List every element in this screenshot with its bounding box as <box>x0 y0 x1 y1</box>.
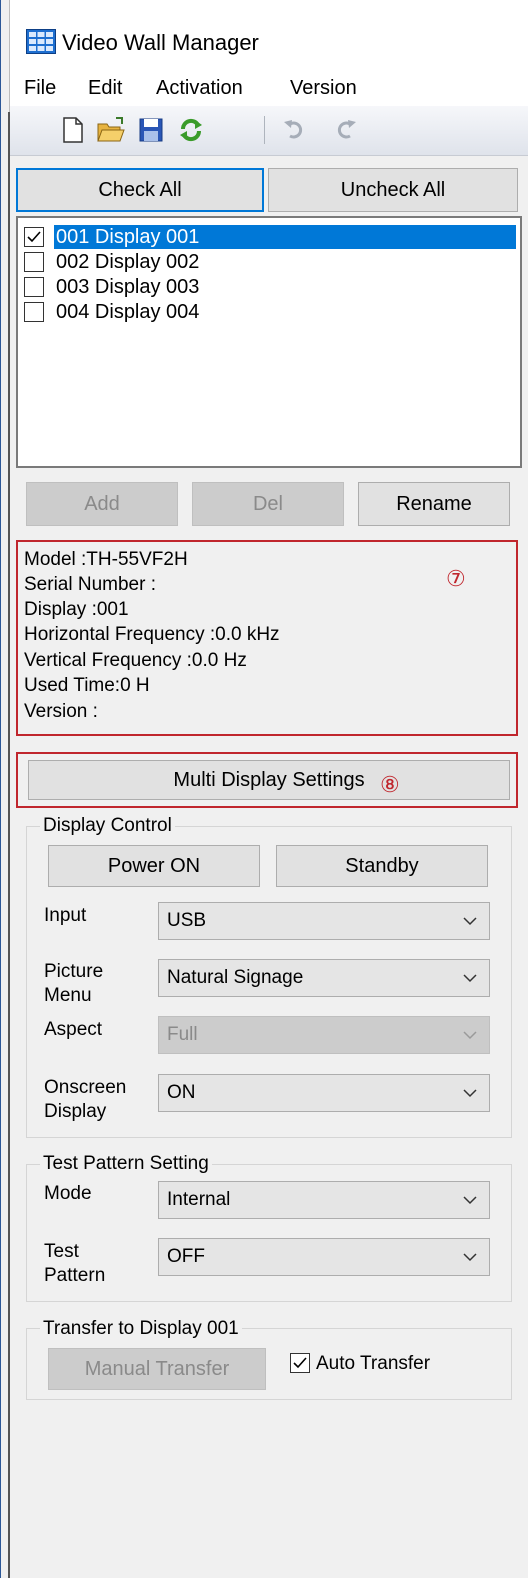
del-button[interactable]: Del <box>192 482 344 526</box>
info-display: Display :001 <box>24 599 129 620</box>
undo-icon[interactable] <box>280 116 310 144</box>
mode-value: Internal <box>167 1189 231 1210</box>
multi-display-settings-label: Multi Display Settings <box>173 768 365 791</box>
menu-activation[interactable]: Activation <box>156 76 243 100</box>
toolbar-separator <box>264 116 265 144</box>
window-inner-border <box>8 112 10 1578</box>
picture-menu-label-line2: Menu <box>44 985 92 1006</box>
info-vertical-frequency: Vertical Frequency :0.0 Hz <box>24 650 247 671</box>
display-checkbox-004[interactable] <box>24 302 44 322</box>
display-checkbox-002[interactable] <box>24 252 44 272</box>
input-value: USB <box>167 910 207 931</box>
add-button[interactable]: Add <box>26 482 178 526</box>
rename-button[interactable]: Rename <box>358 482 510 526</box>
info-used-time: Used Time:0 H <box>24 675 150 696</box>
info-horizontal-frequency: Horizontal Frequency :0.0 kHz <box>24 624 280 645</box>
app-grid-icon <box>26 29 56 54</box>
aspect-value: Full <box>167 1024 198 1045</box>
open-folder-icon[interactable] <box>96 116 126 144</box>
auto-transfer-label: Auto Transfer <box>316 1353 431 1374</box>
display-control-title: Display Control <box>40 815 175 837</box>
list-item[interactable]: 002 Display 002 <box>56 250 199 274</box>
info-version: Version : <box>24 701 98 722</box>
onscreen-display-label-line2: Display <box>44 1101 107 1122</box>
transfer-title: Transfer to Display 001 <box>40 1318 242 1340</box>
test-pattern-select[interactable]: OFF <box>158 1238 490 1276</box>
chevron-down-icon <box>463 1089 477 1098</box>
chevron-down-icon <box>463 1196 477 1205</box>
auto-transfer-checkbox[interactable] <box>290 1353 310 1373</box>
info-model: Model :TH-55VF2H <box>24 549 188 570</box>
onscreen-display-select[interactable]: ON <box>158 1074 490 1112</box>
mode-label: Mode <box>44 1183 92 1204</box>
new-file-icon[interactable] <box>58 116 88 144</box>
uncheck-all-button[interactable]: Uncheck All <box>268 168 518 212</box>
chevron-down-icon <box>463 1031 477 1040</box>
redo-icon[interactable] <box>330 116 360 144</box>
callout-7: ⑦ <box>446 566 466 591</box>
callout-8: ⑧ <box>380 772 400 797</box>
test-pattern-value: OFF <box>167 1246 205 1267</box>
display-checkbox-003[interactable] <box>24 277 44 297</box>
list-item[interactable]: 004 Display 004 <box>56 300 199 324</box>
menu-file[interactable]: File <box>24 76 56 100</box>
list-item[interactable]: 003 Display 003 <box>56 275 199 299</box>
test-pattern-label-line2: Pattern <box>44 1265 106 1286</box>
test-pattern-title: Test Pattern Setting <box>40 1153 212 1175</box>
onscreen-display-label-line1: Onscreen <box>44 1077 127 1098</box>
multi-display-settings-button[interactable]: Multi Display Settings <box>28 760 510 800</box>
aspect-select[interactable]: Full <box>158 1016 490 1054</box>
picture-menu-select[interactable]: Natural Signage <box>158 959 490 997</box>
input-select[interactable]: USB <box>158 902 490 940</box>
power-on-button[interactable]: Power ON <box>48 845 260 887</box>
window-title: Video Wall Manager <box>62 30 259 55</box>
mode-select[interactable]: Internal <box>158 1181 490 1219</box>
menu-edit[interactable]: Edit <box>88 76 122 100</box>
input-label: Input <box>44 905 87 926</box>
info-serial-number: Serial Number : <box>24 574 156 595</box>
menu-version[interactable]: Version <box>290 76 357 100</box>
chevron-down-icon <box>463 1253 477 1262</box>
save-icon[interactable] <box>136 116 166 144</box>
chevron-down-icon <box>463 974 477 983</box>
test-pattern-label-line1: Test <box>44 1241 79 1262</box>
display-checkbox-001[interactable] <box>24 227 44 247</box>
manual-transfer-button[interactable]: Manual Transfer <box>48 1348 266 1390</box>
list-item[interactable]: 001 Display 001 <box>56 225 199 249</box>
aspect-label: Aspect <box>44 1019 103 1040</box>
chevron-down-icon <box>463 917 477 926</box>
refresh-icon[interactable] <box>176 116 206 144</box>
picture-menu-value: Natural Signage <box>167 967 304 988</box>
standby-button[interactable]: Standby <box>276 845 488 887</box>
check-all-button[interactable]: Check All <box>16 168 264 212</box>
picture-menu-label-line1: Picture <box>44 961 104 982</box>
onscreen-display-value: ON <box>167 1082 196 1103</box>
